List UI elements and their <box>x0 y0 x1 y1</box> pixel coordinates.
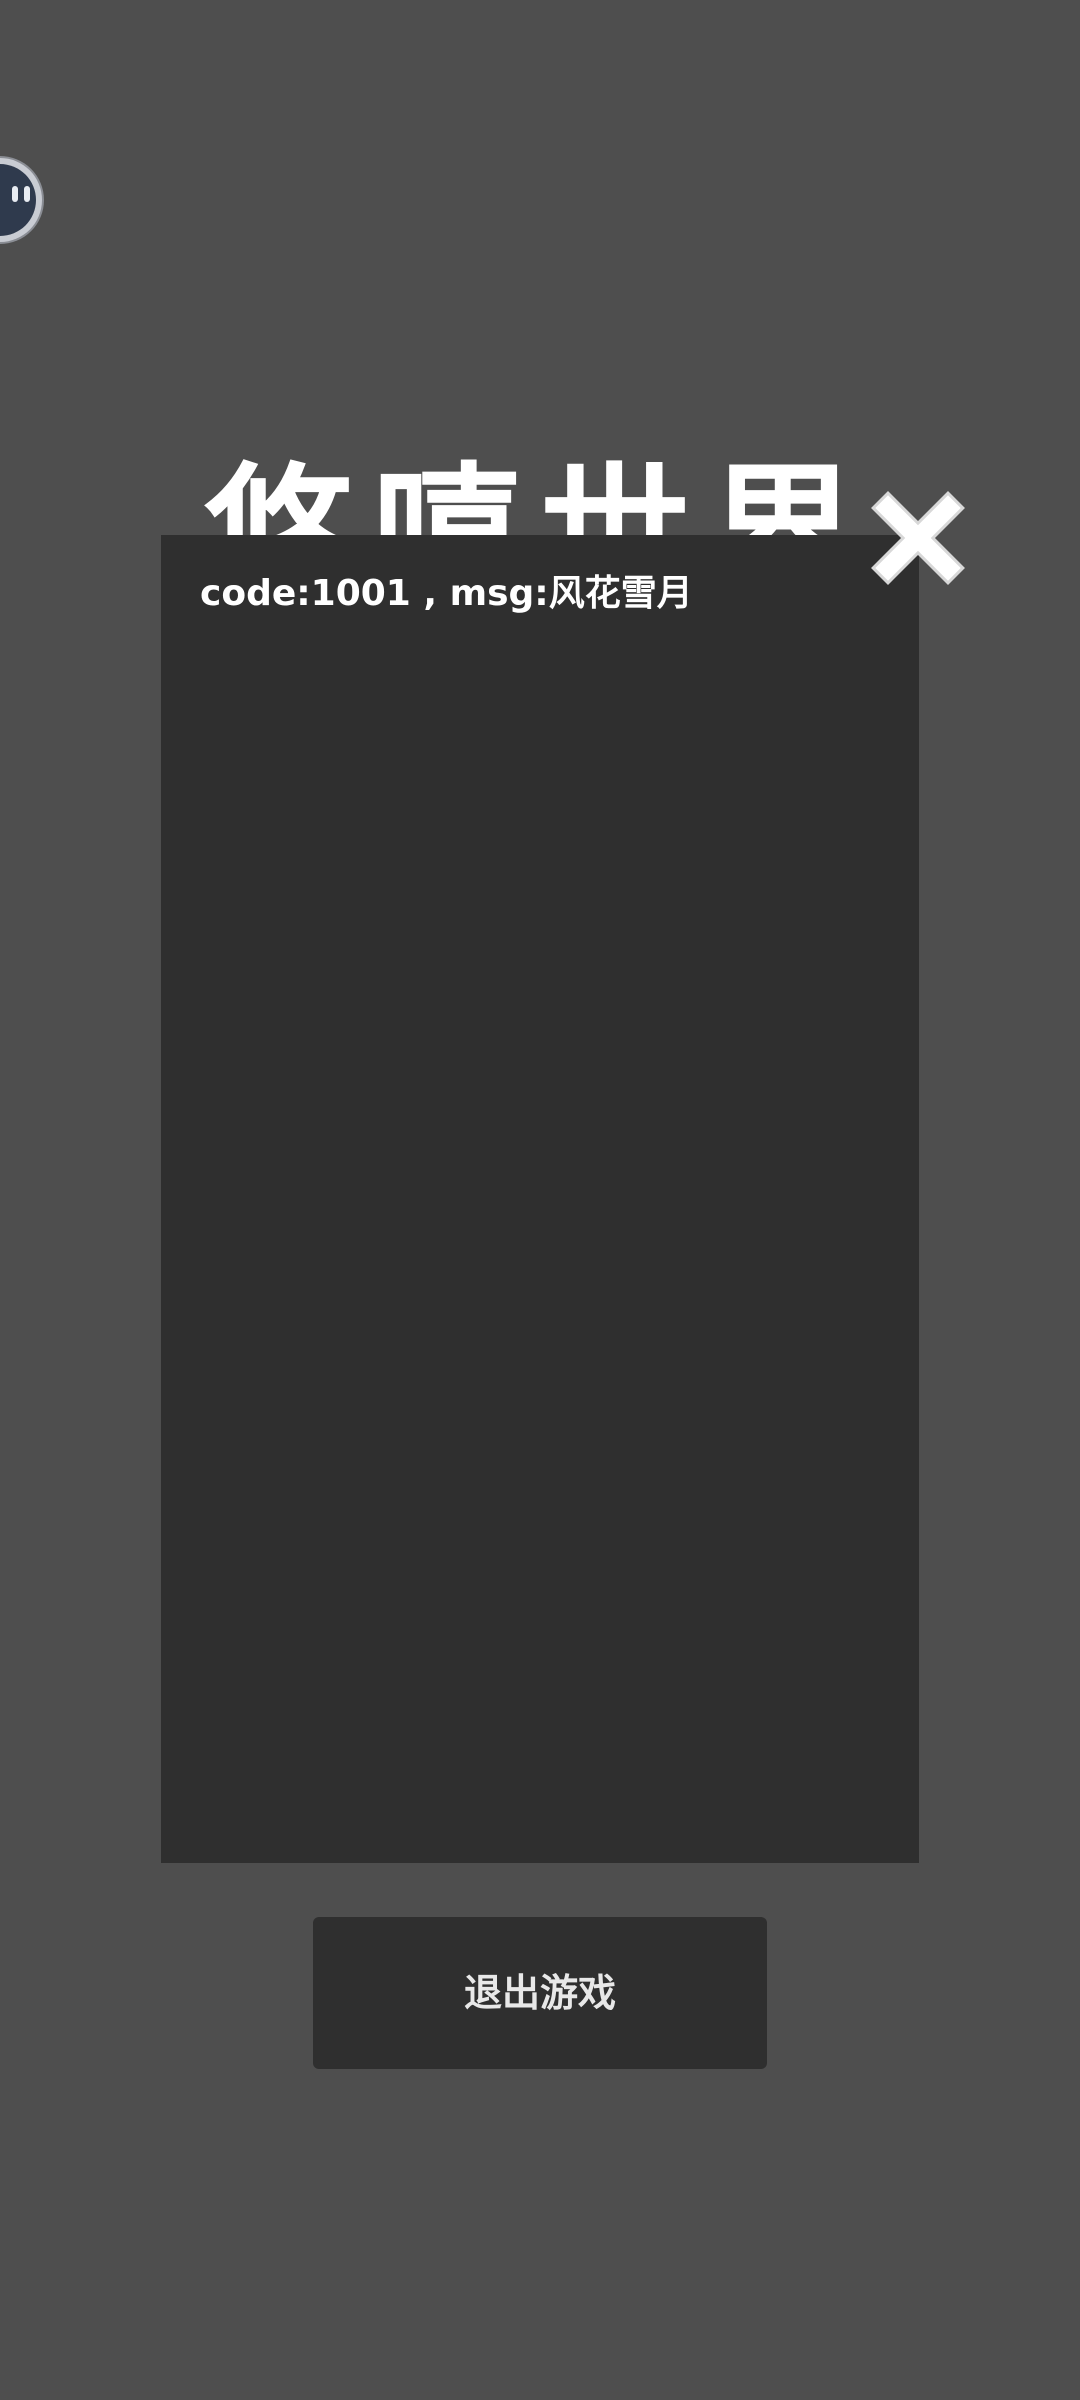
assistant-ball-face <box>0 164 36 236</box>
game-screen: 悠嘻世界 code:1001 , msg:风花雪月 退出游戏 <box>0 0 1080 2400</box>
assistant-ball-eye-right <box>24 186 30 202</box>
assistant-ball-icon[interactable] <box>0 158 42 242</box>
close-icon <box>871 491 965 585</box>
error-dialog: code:1001 , msg:风花雪月 <box>161 535 919 1863</box>
close-button[interactable] <box>870 490 966 586</box>
error-message: code:1001 , msg:风花雪月 <box>200 573 693 614</box>
exit-game-button[interactable]: 退出游戏 <box>313 1917 767 2069</box>
assistant-ball-eye-left <box>12 186 18 202</box>
